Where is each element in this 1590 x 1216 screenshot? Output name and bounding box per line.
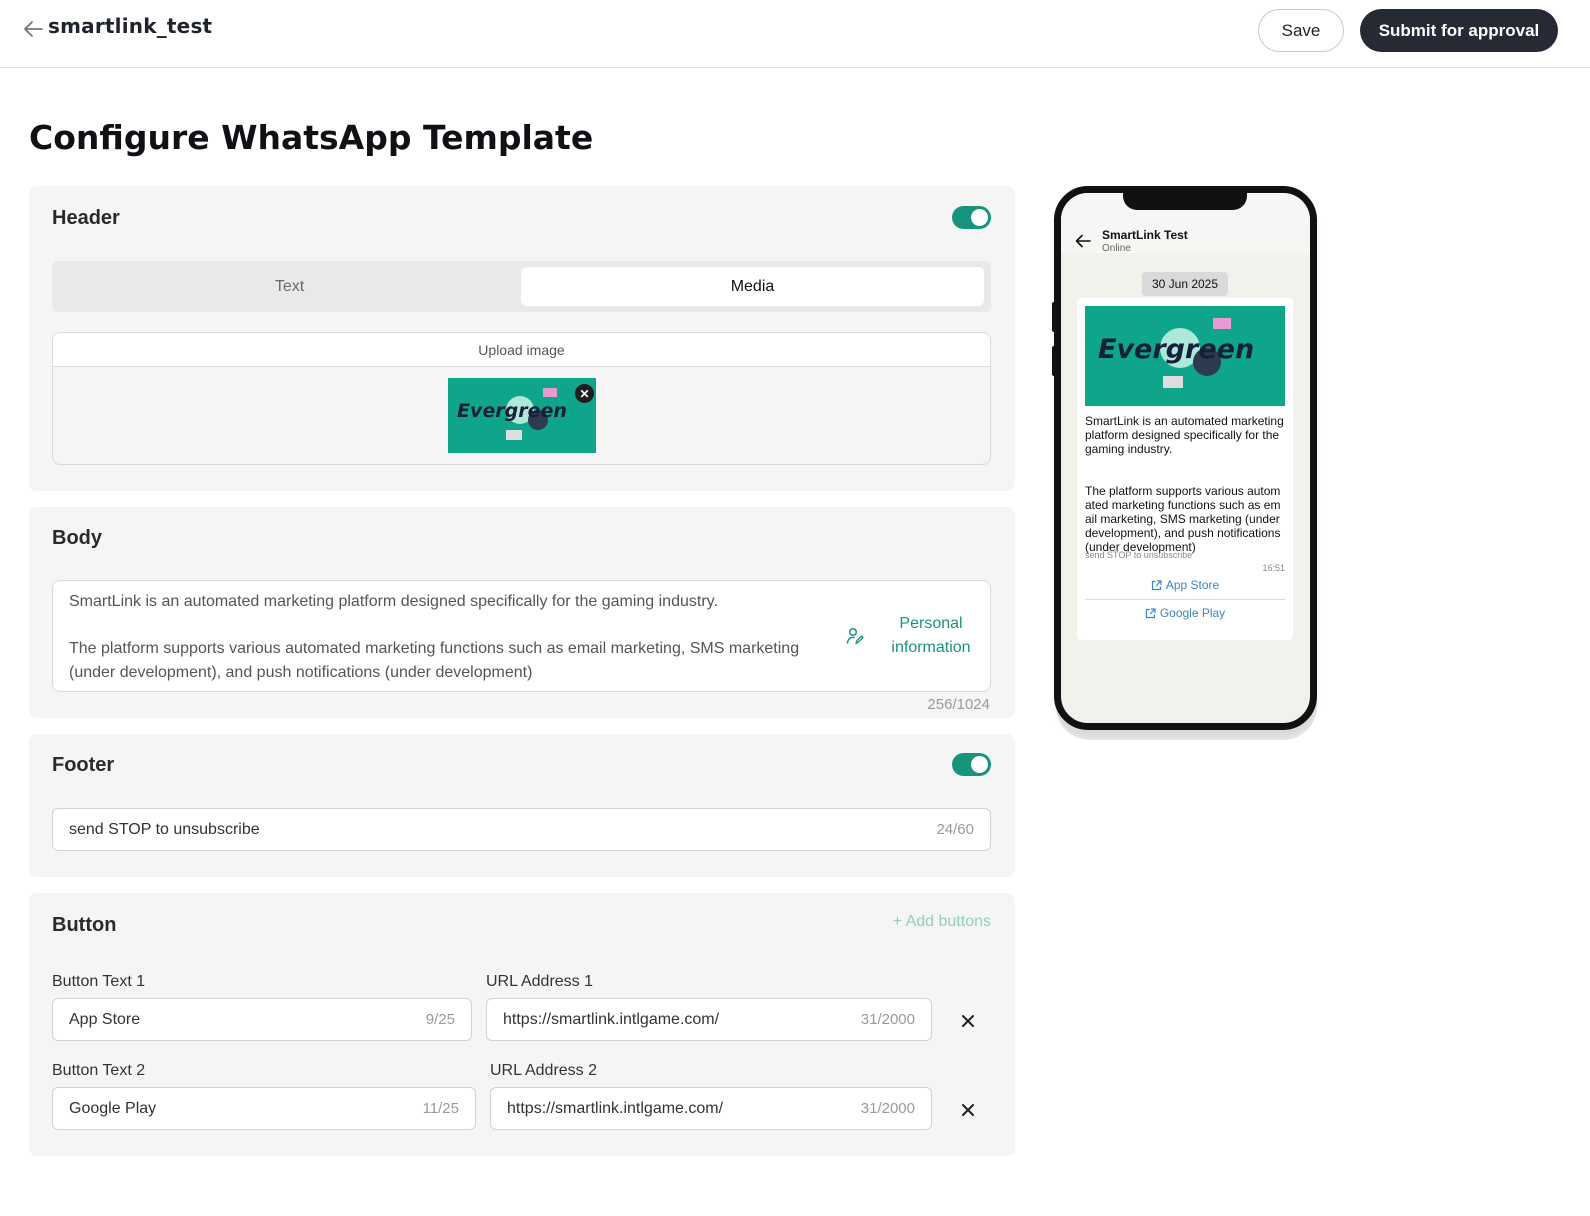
url-address-1-counter: 31/2000 (860, 1011, 915, 1028)
message-header-image: Evergreen (1085, 306, 1285, 406)
header-type-segmented-control: Text Media (52, 261, 991, 312)
chat-back-arrow-icon (1075, 234, 1091, 248)
top-bar: smartlink_test Save Submit for approval (0, 0, 1590, 68)
page-title: Configure WhatsApp Template (29, 118, 594, 157)
remove-image-icon[interactable]: ✕ (575, 384, 594, 403)
body-panel: Body SmartLink is an automated marketing… (29, 507, 1015, 718)
save-button[interactable]: Save (1258, 9, 1344, 52)
header-panel: Header Text Media Upload image Evergreen… (29, 186, 1015, 491)
button-text-2-counter: 11/25 (422, 1100, 459, 1117)
remove-button-1-icon[interactable] (961, 1014, 975, 1028)
upload-image-label[interactable]: Upload image (53, 333, 990, 367)
footer-section-title: Footer (52, 754, 115, 776)
image-word: Evergreen (1098, 334, 1254, 365)
button-text-2-input[interactable]: Google Play 11/25 (52, 1087, 476, 1130)
url-address-1-label: URL Address 1 (486, 973, 594, 990)
message-time: 16:51 (1262, 563, 1285, 573)
chat-contact-name: SmartLink Test (1102, 228, 1188, 242)
uploaded-image-thumbnail: Evergreen (448, 378, 596, 453)
button-panel: Button + Add buttons Button Text 1 URL A… (29, 893, 1015, 1156)
button-divider (1085, 599, 1285, 600)
footer-panel: Footer send STOP to unsubscribe 24/60 (29, 734, 1015, 877)
preview-google-play-label: Google Play (1159, 606, 1226, 620)
preview-app-store-label: App Store (1165, 578, 1220, 592)
body-text[interactable]: SmartLink is an automated marketing plat… (69, 590, 809, 684)
phone-notch (1123, 193, 1247, 210)
preview-google-play-button: Google Play (1085, 601, 1285, 625)
footer-input-value: send STOP to unsubscribe (69, 821, 260, 838)
button-text-1-input[interactable]: App Store 9/25 (52, 998, 472, 1041)
button-section-title: Button (52, 914, 117, 936)
button-text-1-value: App Store (69, 1011, 141, 1028)
external-link-icon (1145, 607, 1156, 618)
chat-date-chip: 30 Jun 2025 (1142, 272, 1228, 296)
template-name: smartlink_test (48, 14, 213, 38)
thumbnail-word: Evergreen (457, 400, 567, 422)
footer-input[interactable]: send STOP to unsubscribe 24/60 (52, 808, 991, 851)
chat-contact-status: Online (1102, 243, 1131, 254)
body-textarea[interactable]: SmartLink is an automated marketing plat… (52, 580, 991, 692)
button-text-1-counter: 9/25 (425, 1011, 455, 1028)
footer-char-counter: 24/60 (936, 821, 974, 838)
tab-text[interactable]: Text (58, 267, 521, 306)
submit-for-approval-button[interactable]: Submit for approval (1360, 9, 1558, 52)
external-link-icon (1151, 579, 1162, 590)
message-body-text: SmartLink is an automated marketing plat… (1085, 414, 1284, 554)
image-upload-area[interactable]: Upload image Evergreen ✕ (52, 332, 991, 465)
personal-info-icon[interactable] (846, 627, 864, 645)
url-address-1-value: https://smartlink.intlgame.com/ (503, 1011, 720, 1028)
button-text-1-label: Button Text 1 (52, 973, 146, 990)
personal-information-button[interactable]: Personal information (883, 612, 979, 660)
url-address-2-value: https://smartlink.intlgame.com/ (507, 1100, 724, 1117)
add-buttons-label: Add buttons (905, 913, 991, 930)
message-bubble: Evergreen SmartLink is an automated mark… (1077, 298, 1293, 640)
header-section-title: Header (52, 207, 120, 229)
header-toggle[interactable] (952, 206, 991, 229)
button-text-2-value: Google Play (69, 1100, 157, 1117)
remove-button-2-icon[interactable] (961, 1103, 975, 1117)
button-text-2-label: Button Text 2 (52, 1062, 146, 1079)
preview-app-store-button: App Store (1085, 573, 1285, 597)
add-buttons-button[interactable]: + Add buttons (893, 913, 991, 931)
body-section-title: Body (52, 527, 102, 549)
body-char-counter: 256/1024 (927, 696, 990, 713)
url-address-2-input[interactable]: https://smartlink.intlgame.com/ 31/2000 (490, 1087, 932, 1130)
tab-media[interactable]: Media (521, 267, 984, 306)
url-address-2-label: URL Address 2 (490, 1062, 598, 1079)
footer-toggle[interactable] (952, 753, 991, 776)
message-footer-text: send STOP to unsubscribe (1085, 550, 1193, 560)
url-address-2-counter: 31/2000 (860, 1100, 915, 1117)
url-address-1-input[interactable]: https://smartlink.intlgame.com/ 31/2000 (486, 998, 932, 1041)
back-arrow-icon[interactable] (22, 18, 44, 40)
whatsapp-preview-phone: SmartLink Test Online 30 Jun 2025 Evergr… (1054, 186, 1317, 730)
